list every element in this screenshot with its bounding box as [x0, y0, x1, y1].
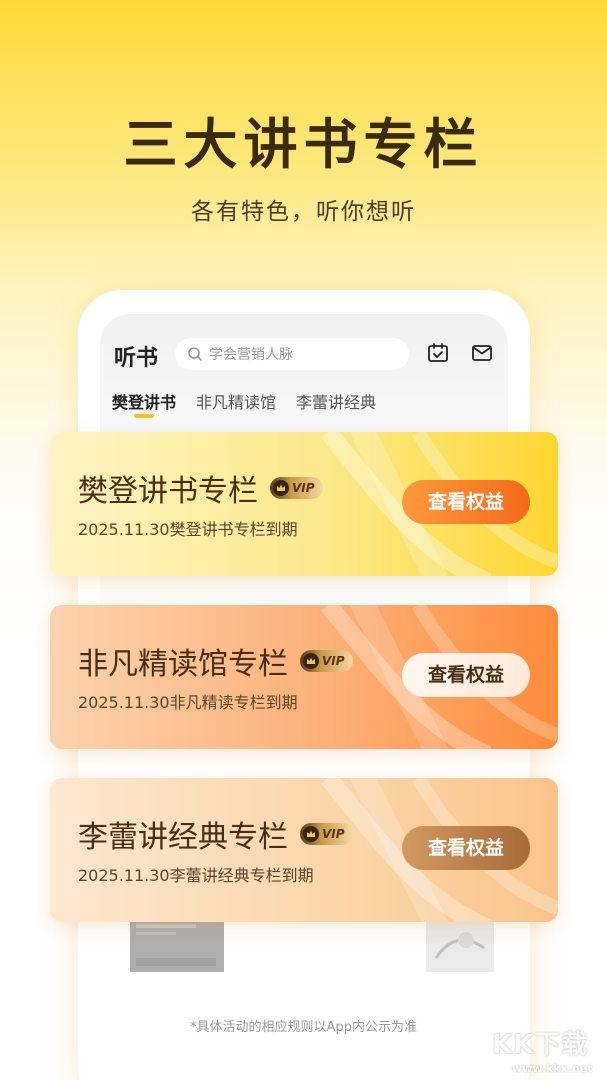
- search-placeholder: 学会营销人脉: [209, 347, 293, 363]
- search-icon: [188, 347, 202, 361]
- vip-badge: VIP: [300, 823, 353, 845]
- search-input[interactable]: 学会营销人脉: [175, 338, 409, 370]
- crown-icon: [273, 480, 289, 496]
- card-title: 李蕾讲经典专栏 VIP: [78, 812, 353, 856]
- hero-title: 三大讲书专栏: [123, 112, 484, 176]
- membership-card-fandeng: 樊登讲书专栏 VIP 2025.11.30樊登讲书专栏到期 查看权益: [50, 432, 558, 576]
- card-expiry: 2025.11.30樊登讲书专栏到期: [78, 520, 298, 539]
- card-title: 非凡精读馆专栏 VIP: [78, 639, 353, 683]
- view-benefits-button[interactable]: 查看权益: [402, 480, 530, 524]
- tab-bar: 樊登讲书 非凡精读馆 李蕾讲经典: [112, 389, 376, 413]
- card-title: 樊登讲书专栏 VIP: [78, 466, 323, 510]
- view-benefits-button[interactable]: 查看权益: [402, 826, 530, 870]
- watermark-url: www.kkx.net: [512, 1062, 593, 1075]
- vip-badge-label: VIP: [322, 654, 345, 668]
- tab-lilei[interactable]: 李蕾讲经典: [296, 389, 376, 413]
- membership-card-feifan: 非凡精读馆专栏 VIP 2025.11.30非凡精读专栏到期 查看权益: [50, 605, 558, 749]
- mail-icon[interactable]: [470, 341, 494, 365]
- vip-badge: VIP: [270, 477, 323, 499]
- calendar-check-icon[interactable]: [426, 341, 450, 365]
- vip-badge-label: VIP: [292, 481, 315, 495]
- card-expiry: 2025.11.30李蕾讲经典专栏到期: [78, 866, 314, 885]
- tab-feifan[interactable]: 非凡精读馆: [196, 389, 276, 413]
- crown-icon: [303, 653, 319, 669]
- app-title: 听书: [114, 345, 159, 371]
- card-title-text: 李蕾讲经典专栏: [78, 820, 288, 855]
- vip-badge: VIP: [300, 650, 353, 672]
- book-cover-thumbnail[interactable]: [130, 918, 224, 972]
- card-title-text: 樊登讲书专栏: [78, 474, 258, 509]
- crown-icon: [303, 826, 319, 842]
- view-benefits-button[interactable]: 查看权益: [402, 653, 530, 697]
- vip-badge-label: VIP: [322, 827, 345, 841]
- card-expiry: 2025.11.30非凡精读专栏到期: [78, 693, 298, 712]
- card-title-text: 非凡精读馆专栏: [78, 647, 288, 682]
- membership-card-lilei: 李蕾讲经典专栏 VIP 2025.11.30李蕾讲经典专栏到期 查看权益: [50, 778, 558, 922]
- watermark-logo: KK下载: [492, 1030, 589, 1060]
- book-cover-thumbnail[interactable]: [426, 918, 494, 972]
- hero-subtitle: 各有特色，听你想听: [191, 199, 416, 225]
- tab-fandeng[interactable]: 樊登讲书: [112, 389, 176, 413]
